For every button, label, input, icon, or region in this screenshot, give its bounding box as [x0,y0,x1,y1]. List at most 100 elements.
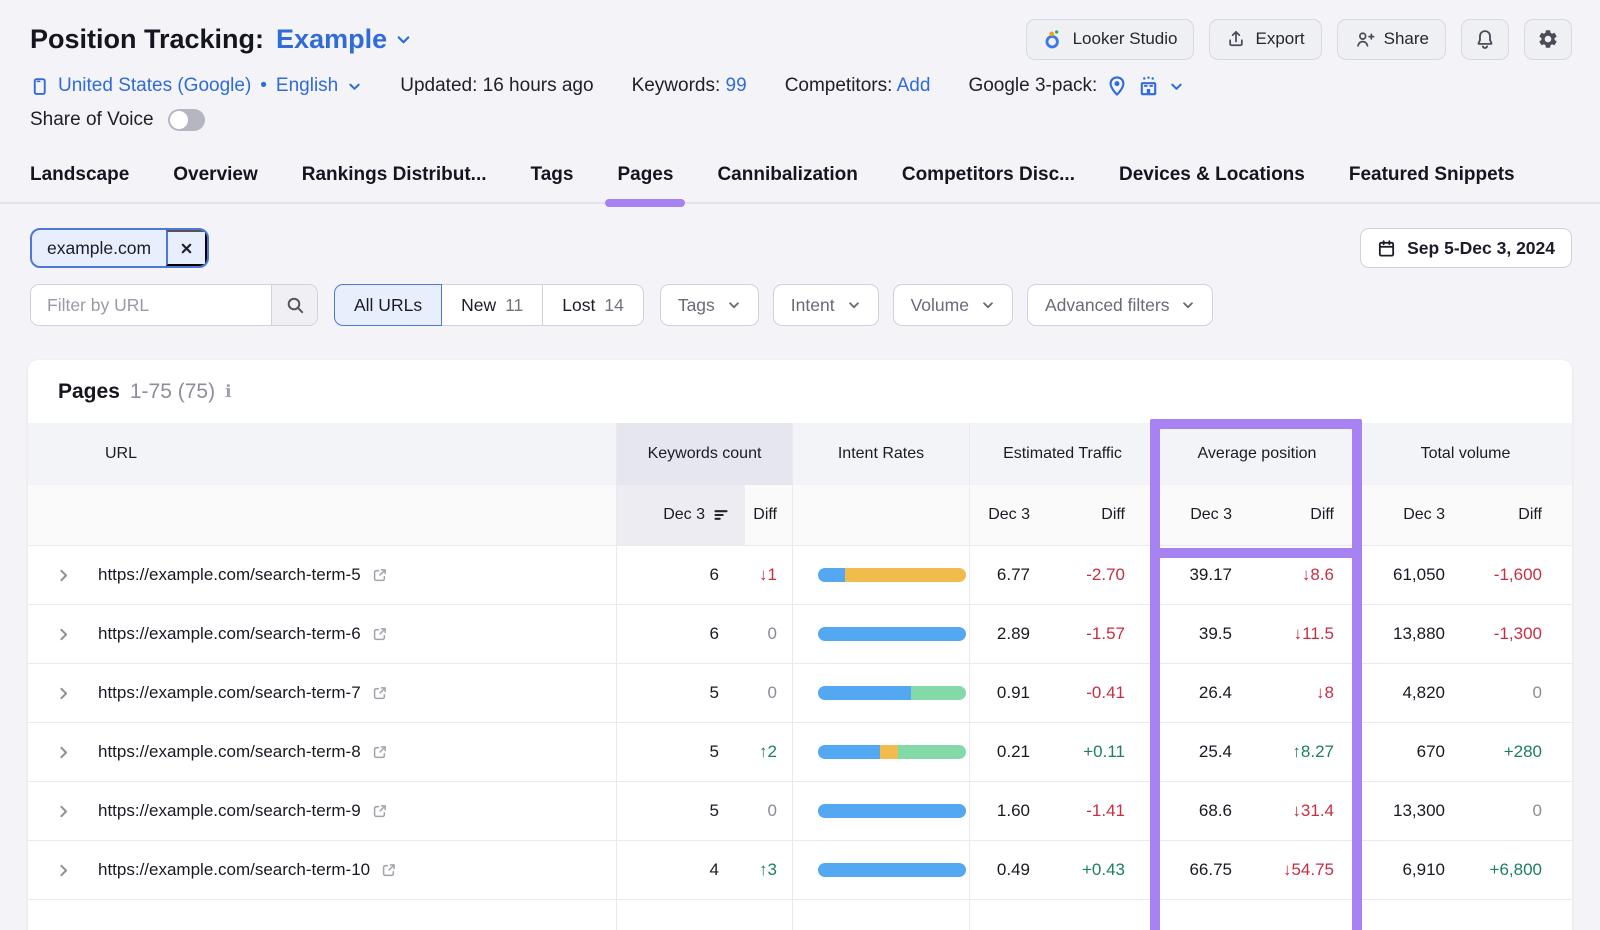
external-link-icon[interactable] [371,802,389,820]
intent-segment [818,863,966,877]
tabs: Landscape Overview Rankings Distribut... Ta… [0,164,1600,204]
segment-new[interactable]: New11 [441,284,543,326]
table-row[interactable]: https://example.com/search-term-9501.60-… [28,781,1572,840]
dropdown-intent[interactable]: Intent [773,284,879,326]
intent-rates-bar [793,723,970,781]
volume-value: 61,050 [1359,546,1465,604]
table-row[interactable]: https://example.com/search-term-7500.91-… [28,663,1572,722]
tab-rankings-distribut[interactable]: Rankings Distribut... [302,164,487,202]
page-title: Position Tracking: [30,24,264,55]
table-row[interactable]: https://example.com/search-term-104↑30.4… [28,840,1572,899]
page-url[interactable]: https://example.com/search-term-6 [98,624,361,644]
external-link-icon[interactable] [371,684,389,702]
subheader-volume-diff[interactable]: Diff [1465,485,1572,545]
row-expand-chevron[interactable] [28,605,98,663]
tab-cannibalization[interactable]: Cannibalization [717,164,857,202]
share-of-voice-toggle[interactable] [168,109,205,131]
row-expand-chevron[interactable] [28,841,98,899]
subheader-position-date[interactable]: Dec 3 [1156,485,1256,545]
column-header-keywords-count[interactable]: Keywords count [617,423,793,485]
column-header-url[interactable]: URL [28,423,617,485]
date-range-label: Sep 5-Dec 3, 2024 [1407,238,1555,259]
position-diff-value: ↓31.4 [1256,782,1359,840]
column-header-average-position[interactable]: Average position [1156,423,1359,485]
notifications-button[interactable] [1461,19,1509,60]
tab-overview[interactable]: Overview [173,164,258,202]
traffic-diff-value: +0.43 [1062,841,1156,899]
keywords-count-value: 6 [617,546,745,604]
export-button[interactable]: Export [1209,19,1321,60]
tab-competitors-disc[interactable]: Competitors Disc... [902,164,1075,202]
dropdown-advanced-filters[interactable]: Advanced filters [1027,284,1214,326]
column-header-estimated-traffic[interactable]: Estimated Traffic [970,423,1156,485]
subheader-keywords-date[interactable]: Dec 3 [617,485,745,545]
info-icon[interactable]: ℹ [225,382,231,402]
page-url[interactable]: https://example.com/search-term-7 [98,683,361,703]
url-filter-group [30,284,318,326]
tab-landscape[interactable]: Landscape [30,164,129,202]
competitors-add-link[interactable]: Add [897,75,931,96]
local-business-icon[interactable] [1137,75,1160,98]
mobile-device-icon [30,77,49,96]
row-expand-chevron[interactable] [28,546,98,604]
external-link-icon[interactable] [371,625,389,643]
share-button[interactable]: Share [1337,19,1446,60]
page-url[interactable]: https://example.com/search-term-9 [98,801,361,821]
chevron-down-icon[interactable] [1169,79,1184,94]
column-header-total-volume[interactable]: Total volume [1359,423,1572,485]
segment-lost[interactable]: Lost14 [542,284,644,326]
looker-studio-button[interactable]: Looker Studio [1026,19,1195,60]
page-url[interactable]: https://example.com/search-term-8 [98,742,361,762]
share-user-icon [1354,29,1375,50]
location-pin-icon[interactable] [1106,75,1128,97]
url-cell: https://example.com/search-term-8 [98,723,617,781]
page-url[interactable]: https://example.com/search-term-10 [98,860,370,880]
keywords-count-link[interactable]: 99 [726,75,747,96]
keywords-diff-value: ↓1 [745,546,793,604]
column-header-intent-rates[interactable]: Intent Rates [793,423,970,485]
filter-by-url-input[interactable] [31,285,271,325]
subheader-traffic-date[interactable]: Dec 3 [970,485,1062,545]
tab-featured-snippets[interactable]: Featured Snippets [1349,164,1515,202]
keywords-meta: Keywords: 99 [632,75,747,97]
table-row[interactable]: https://example.com/search-term-56↓16.77… [28,545,1572,604]
segment-count: 14 [604,295,623,316]
location-language-selector[interactable]: United States (Google) • English [30,75,362,97]
table-row[interactable]: https://example.com/search-term-6602.89-… [28,604,1572,663]
share-label: Share [1384,29,1429,49]
subheader-position-diff[interactable]: Diff [1256,485,1359,545]
subheader-traffic-diff[interactable]: Diff [1062,485,1156,545]
project-selector[interactable]: Example [276,24,412,55]
row-expand-chevron[interactable] [28,723,98,781]
dropdown-label: Volume [911,295,969,316]
dropdown-label: Intent [791,295,835,316]
position-diff-value: ↓11.5 [1256,605,1359,663]
keywords-count-value: 4 [617,841,745,899]
subheader-keywords-diff[interactable]: Diff [745,485,793,545]
search-button[interactable] [271,285,317,325]
segment-all-urls[interactable]: All URLs [334,284,442,326]
volume-value: 13,300 [1359,782,1465,840]
external-link-icon[interactable] [371,566,389,584]
date-range-picker[interactable]: Sep 5-Dec 3, 2024 [1360,228,1572,268]
settings-button[interactable] [1524,19,1572,60]
table-row[interactable]: https://example.com/search-term-85↑20.21… [28,722,1572,781]
position-value: 25.4 [1156,723,1256,781]
segment-count: 11 [505,295,523,316]
export-icon [1226,29,1246,49]
meta-separator: • [260,75,267,97]
dropdown-tags[interactable]: Tags [660,284,759,326]
chip-remove-button[interactable] [166,230,207,266]
row-expand-chevron[interactable] [28,782,98,840]
page-url[interactable]: https://example.com/search-term-5 [98,565,361,585]
dropdown-volume[interactable]: Volume [893,284,1013,326]
external-link-icon[interactable] [371,743,389,761]
tab-devices-locations[interactable]: Devices & Locations [1119,164,1305,202]
tab-tags[interactable]: Tags [531,164,574,202]
subheader-volume-date[interactable]: Dec 3 [1359,485,1465,545]
row-expand-chevron[interactable] [28,664,98,722]
tab-pages[interactable]: Pages [617,164,673,202]
search-icon [285,295,305,315]
external-link-icon[interactable] [380,861,398,879]
competitors-label: Competitors: [785,75,893,96]
